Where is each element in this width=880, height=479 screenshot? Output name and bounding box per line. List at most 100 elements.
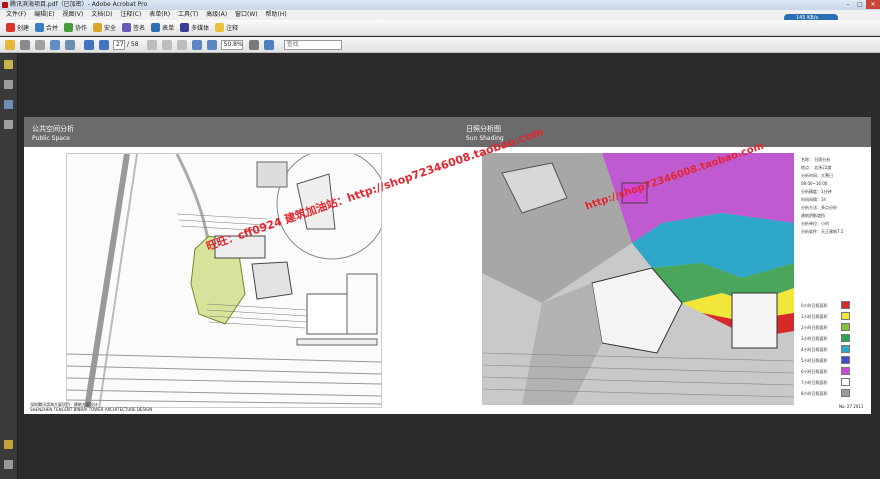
marquee-zoom-icon[interactable]: [176, 39, 187, 50]
hand-tool-icon[interactable]: [161, 39, 172, 50]
public-space-site-plan: [66, 153, 382, 408]
legend-swatch: [841, 389, 850, 397]
page-total: / 58: [127, 41, 139, 48]
fit-width-icon[interactable]: [263, 39, 274, 50]
legend-swatch: [841, 334, 850, 342]
legend-item-label: 2小时日照面积: [801, 325, 828, 330]
zoom-in-icon[interactable]: [206, 39, 217, 50]
open-folder-icon[interactable]: [5, 39, 15, 50]
window-title: 腾讯滨海项目.pdf（已加密）- Adobe Acrobat Pro: [10, 1, 148, 8]
legend-item-label: 6小时日照面积: [801, 369, 828, 374]
zoom-out-icon[interactable]: [191, 39, 202, 50]
task-toolbar: 创建 合并 协作 安全 签名 表单 多媒体 注释: [0, 20, 880, 36]
share-icon[interactable]: [65, 39, 75, 50]
combine-button[interactable]: 合并: [35, 23, 58, 32]
legend-item: 2小时日照面积: [801, 323, 857, 332]
sign-icon: [122, 23, 132, 32]
legend-item: 7小时日照面积: [801, 378, 857, 387]
legend-info-line: 分析时间：大寒日: [801, 173, 833, 178]
comment-icon: [215, 23, 225, 32]
window-controls: – □ ✕: [842, 0, 880, 10]
legend-item-label: 5小时日照面积: [801, 358, 828, 363]
comment-button[interactable]: 注释: [215, 23, 238, 32]
comments-icon[interactable]: [4, 440, 13, 449]
menu-window[interactable]: 窗口(W): [235, 10, 258, 20]
form-icon: [151, 23, 161, 32]
legend-item-label: 0小时日照面积: [801, 303, 828, 308]
multimedia-button[interactable]: 多媒体: [180, 23, 209, 32]
forms-button[interactable]: 表单: [151, 23, 174, 32]
menu-document[interactable]: 文档(D): [91, 10, 112, 20]
legend-swatch: [841, 356, 850, 364]
create-button[interactable]: 创建: [6, 23, 29, 32]
acrobat-icon: [2, 2, 8, 8]
menu-view[interactable]: 视图(V): [62, 10, 83, 20]
close-button[interactable]: ✕: [866, 0, 880, 9]
attachments-icon[interactable]: [4, 460, 13, 469]
select-tool-icon[interactable]: [146, 39, 157, 50]
pdf-page: 公共空间分析 Public Space 日照分析图 Sun Shading 名称…: [24, 117, 871, 414]
legend-info-line: 名称： 日照分析: [801, 157, 831, 162]
legend-swatch: [841, 301, 850, 309]
page-number-input[interactable]: 27: [113, 39, 125, 50]
next-page-icon[interactable]: [99, 39, 109, 50]
title-bar: 腾讯滨海项目.pdf（已加密）- Adobe Acrobat Pro: [0, 0, 880, 10]
menu-help[interactable]: 帮助(H): [266, 10, 287, 20]
legend-info-line: 时间间隔：1h: [801, 197, 827, 202]
legend-swatch: [841, 323, 850, 331]
print-icon[interactable]: [20, 39, 30, 50]
zoom-level-input[interactable]: 50.8%: [220, 39, 243, 50]
pages-icon[interactable]: [4, 80, 13, 89]
collaborate-icon: [64, 23, 74, 32]
left-section-title: 公共空间分析: [32, 125, 74, 133]
legend-swatch: [841, 345, 850, 353]
legend-info-line: 分析软件：天正建筑7.5: [801, 229, 844, 234]
legend-item-label: 7小时日照面积: [801, 380, 828, 385]
sign-button[interactable]: 签名: [122, 23, 145, 32]
right-section-title: 日照分析图: [466, 125, 501, 133]
collaborate-button[interactable]: 协作: [64, 23, 87, 32]
bookmarks-icon[interactable]: [4, 100, 13, 109]
legend-swatch: [841, 312, 850, 320]
maximize-button[interactable]: □: [854, 0, 866, 9]
legend-item: 4小时日照面积: [801, 345, 857, 354]
legend-swatch: [841, 367, 850, 375]
menu-forms[interactable]: 表单(R): [149, 10, 170, 20]
left-section-subtitle: Public Space: [32, 135, 70, 142]
legend-item-label: 4小时日照面积: [801, 347, 828, 352]
legend-info-line: 08:00~16:00: [801, 181, 828, 186]
signatures-icon[interactable]: [4, 120, 13, 129]
email-icon[interactable]: [50, 39, 60, 50]
legend-swatch: [841, 378, 850, 386]
legend-item: 6小时日照面积: [801, 367, 857, 376]
secure-button[interactable]: 安全: [93, 23, 116, 32]
legend-item: 3小时日照面积: [801, 334, 857, 343]
legend-item-label: 3小时日照面积: [801, 336, 828, 341]
save-icon[interactable]: [35, 39, 45, 50]
menu-advanced[interactable]: 高级(A): [206, 10, 227, 20]
combine-icon: [35, 23, 45, 32]
menu-comments[interactable]: 注释(C): [120, 10, 141, 20]
menu-bar: 文件(F) 编辑(E) 视图(V) 文档(D) 注释(C) 表单(R) 工具(T…: [0, 10, 880, 20]
menu-edit[interactable]: 编辑(E): [34, 10, 54, 20]
legend-item: 0小时日照面积: [801, 301, 857, 310]
navigation-toolbar: 27 / 58 50.8% 查找: [0, 37, 880, 53]
search-input[interactable]: 查找: [283, 39, 342, 50]
prev-page-icon[interactable]: [84, 39, 94, 50]
footer-page-number: No. 27 2011: [839, 404, 864, 409]
menu-tools[interactable]: 工具(T): [178, 10, 198, 20]
minimize-button[interactable]: –: [842, 0, 854, 9]
fit-page-icon[interactable]: [248, 39, 259, 50]
legend-item-label: 8小时日照面积: [801, 391, 828, 396]
legend-item-label: 1小时日照面积: [801, 314, 828, 319]
legend-info-line: 分析方法：多点分析: [801, 205, 837, 210]
create-icon: [6, 23, 15, 32]
lock-icon[interactable]: [4, 60, 13, 69]
legend-info-line: 建筑阴影遮挡: [801, 213, 825, 218]
page-header-band: [24, 117, 871, 147]
menu-file[interactable]: 文件(F): [6, 10, 26, 20]
navigation-panel: [0, 54, 18, 479]
legend-info-line: 分析精度：1分钟: [801, 189, 832, 194]
multimedia-icon: [180, 23, 190, 32]
footer-subtitle: SHENZHEN TENCENT BINHAI TOWER ARCHITECTU…: [30, 407, 153, 412]
